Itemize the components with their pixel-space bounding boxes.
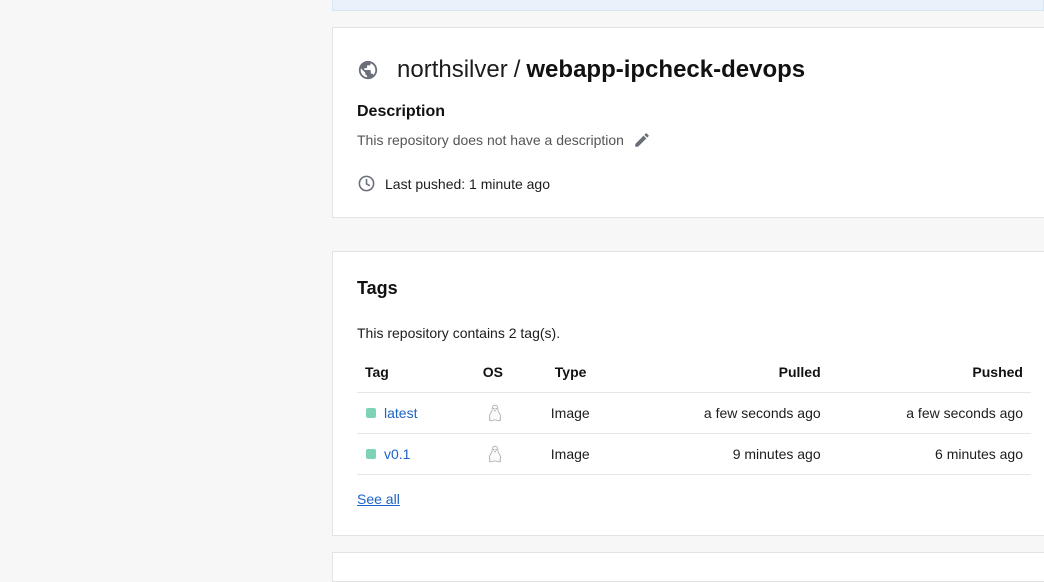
table-row: v0.1 Image 9 minutes ago 6 minutes ago <box>357 433 1031 475</box>
column-header-type: Type <box>540 352 662 393</box>
repo-title: northsilver / webapp-ipcheck-devops <box>357 56 805 84</box>
status-dot <box>366 449 376 459</box>
column-header-tag: Tag <box>357 352 482 393</box>
clock-icon <box>357 174 376 193</box>
repo-separator: / <box>513 56 521 83</box>
info-banner <box>332 0 1044 11</box>
pushed-cell: 6 minutes ago <box>820 433 1031 475</box>
pulled-cell: a few seconds ago <box>661 392 821 434</box>
globe-icon <box>357 59 379 81</box>
description-text: This repository does not have a descript… <box>357 132 624 148</box>
tags-count-text: This repository contains 2 tag(s). <box>357 325 561 341</box>
tag-link[interactable]: latest <box>384 405 417 421</box>
tags-heading: Tags <box>357 278 398 298</box>
column-header-os: OS <box>481 352 541 393</box>
type-cell: Image <box>540 433 662 475</box>
column-header-pushed: Pushed <box>820 352 1031 393</box>
last-pushed-text: Last pushed: 1 minute ago <box>385 175 551 192</box>
linux-icon <box>487 445 503 463</box>
type-cell: Image <box>540 392 662 434</box>
repo-namespace[interactable]: northsilver <box>397 56 508 84</box>
last-pushed-row: Last pushed: 1 minute ago <box>357 174 550 193</box>
tags-card: Tags This repository contains 2 tag(s). … <box>332 251 1044 536</box>
edit-pencil-icon[interactable] <box>633 131 651 149</box>
description-heading: Description <box>357 103 446 120</box>
pulled-cell: 9 minutes ago <box>661 433 821 475</box>
column-header-pulled: Pulled <box>661 352 821 393</box>
description-row: This repository does not have a descript… <box>357 131 651 149</box>
tag-link[interactable]: v0.1 <box>384 446 410 462</box>
pushed-cell: a few seconds ago <box>820 392 1031 434</box>
see-all-link[interactable]: See all <box>357 491 400 507</box>
next-card <box>332 552 1044 582</box>
tags-table-header: Tag OS Type Pulled Pushed <box>357 352 1031 393</box>
tags-table: Tag OS Type Pulled Pushed latest Image a… <box>357 352 1031 475</box>
linux-icon <box>487 404 503 422</box>
table-row: latest Image a few seconds ago a few sec… <box>357 392 1031 434</box>
repo-name: webapp-ipcheck-devops <box>526 56 806 83</box>
repo-overview-card: northsilver / webapp-ipcheck-devops Desc… <box>332 27 1044 218</box>
status-dot <box>366 408 376 418</box>
main-content: northsilver / webapp-ipcheck-devops Desc… <box>332 0 1044 582</box>
